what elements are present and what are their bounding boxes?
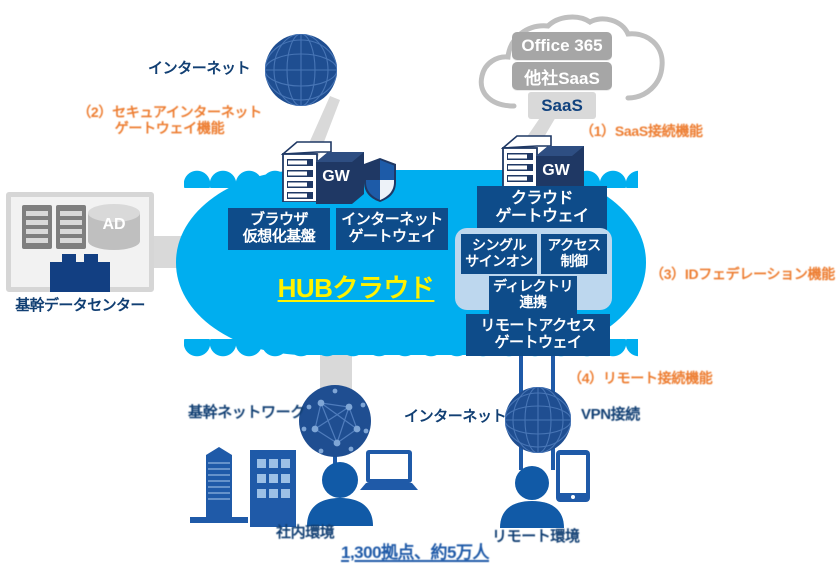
service-directory-federation-label: ディレクトリ 連携	[492, 278, 574, 310]
service-internet-gateway: インターネット ゲートウェイ	[336, 208, 448, 250]
datacenter-network-device-icon	[50, 254, 110, 292]
service-single-sign-on: シングル サインオン	[461, 234, 537, 274]
core-network-label: 基幹ネットワーク	[188, 404, 305, 421]
gw-label-left-text: GW	[322, 168, 350, 185]
office-building-wide-icon	[250, 450, 296, 527]
service-access-control-label: アクセス 制御	[547, 237, 601, 269]
internet-top-label: インターネット	[148, 60, 251, 77]
service-browser-virtualization: ブラウザ 仮想化基盤	[228, 208, 330, 250]
ad-label-text: AD	[102, 216, 126, 233]
core-network-globe-icon	[299, 385, 371, 457]
service-remote-access-gateway: リモートアクセス ゲートウェイ	[466, 314, 610, 356]
office-env-label: 社内環境	[276, 524, 335, 541]
service-single-sign-on-label: シングル サインオン	[465, 237, 533, 269]
active-directory-label: AD	[88, 216, 140, 234]
service-access-control: アクセス 制御	[541, 234, 607, 274]
internet-globe-bottom-icon	[504, 386, 572, 454]
remote-env-label: リモート環境	[492, 528, 580, 545]
feature-callout-2: （2）セキュアインターネット ゲートウェイ機能	[77, 104, 262, 137]
vpn-connection-label: VPN接続	[581, 406, 640, 423]
tablet-icon	[556, 450, 590, 502]
internet-gateway-gw-label: GW	[316, 168, 356, 186]
saas-item-office365: Office 365	[512, 32, 612, 60]
laptop-icon	[360, 450, 418, 490]
service-browser-virtualization-label: ブラウザ 仮想化基盤	[242, 211, 316, 245]
service-remote-access-gateway-label: リモートアクセス ゲートウェイ	[480, 317, 596, 351]
gw-label-right-text: GW	[542, 162, 570, 179]
security-shield-icon	[364, 158, 396, 202]
datacenter-server-2	[56, 205, 86, 249]
feature-callout-3: （3）IDフェデレーション機能	[650, 266, 836, 282]
saas-item-other-saas: 他社SaaS	[512, 62, 612, 90]
saas-item-other-saas-label: 他社SaaS	[524, 68, 600, 88]
hub-cloud-title-text: HUBクラウド	[277, 273, 435, 303]
feature-callout-1: （1）SaaS接続機能	[580, 123, 703, 139]
internet-bottom-label: インターネット	[404, 408, 507, 425]
scale-note-text: 1,300拠点、約5万人	[341, 543, 490, 562]
internet-globe-top	[264, 33, 338, 107]
service-cloud-gateway-label: クラウド ゲートウェイ	[495, 190, 589, 225]
saas-tab: SaaS	[528, 92, 596, 119]
saas-item-office365-label: Office 365	[521, 36, 603, 55]
office-building-tall-icon	[190, 447, 248, 523]
saas-tab-label: SaaS	[541, 95, 583, 115]
datacenter-server-1	[22, 205, 52, 249]
service-directory-federation: ディレクトリ 連携	[489, 276, 577, 314]
network-architecture-diagram: Office 365 他社SaaS SaaS インターネット （2）セキュアイン…	[0, 0, 840, 572]
cloud-gateway-gw-label: GW	[536, 162, 576, 180]
scale-note: 1,300拠点、約5万人	[341, 538, 490, 563]
datacenter-caption: 基幹データセンター	[0, 294, 160, 315]
service-cloud-gateway: クラウド ゲートウェイ	[477, 186, 607, 230]
feature-callout-4: （4）リモート接続機能	[568, 370, 713, 386]
service-internet-gateway-label: インターネット ゲートウェイ	[341, 211, 443, 245]
datacenter-caption-text: 基幹データセンター	[15, 297, 145, 314]
